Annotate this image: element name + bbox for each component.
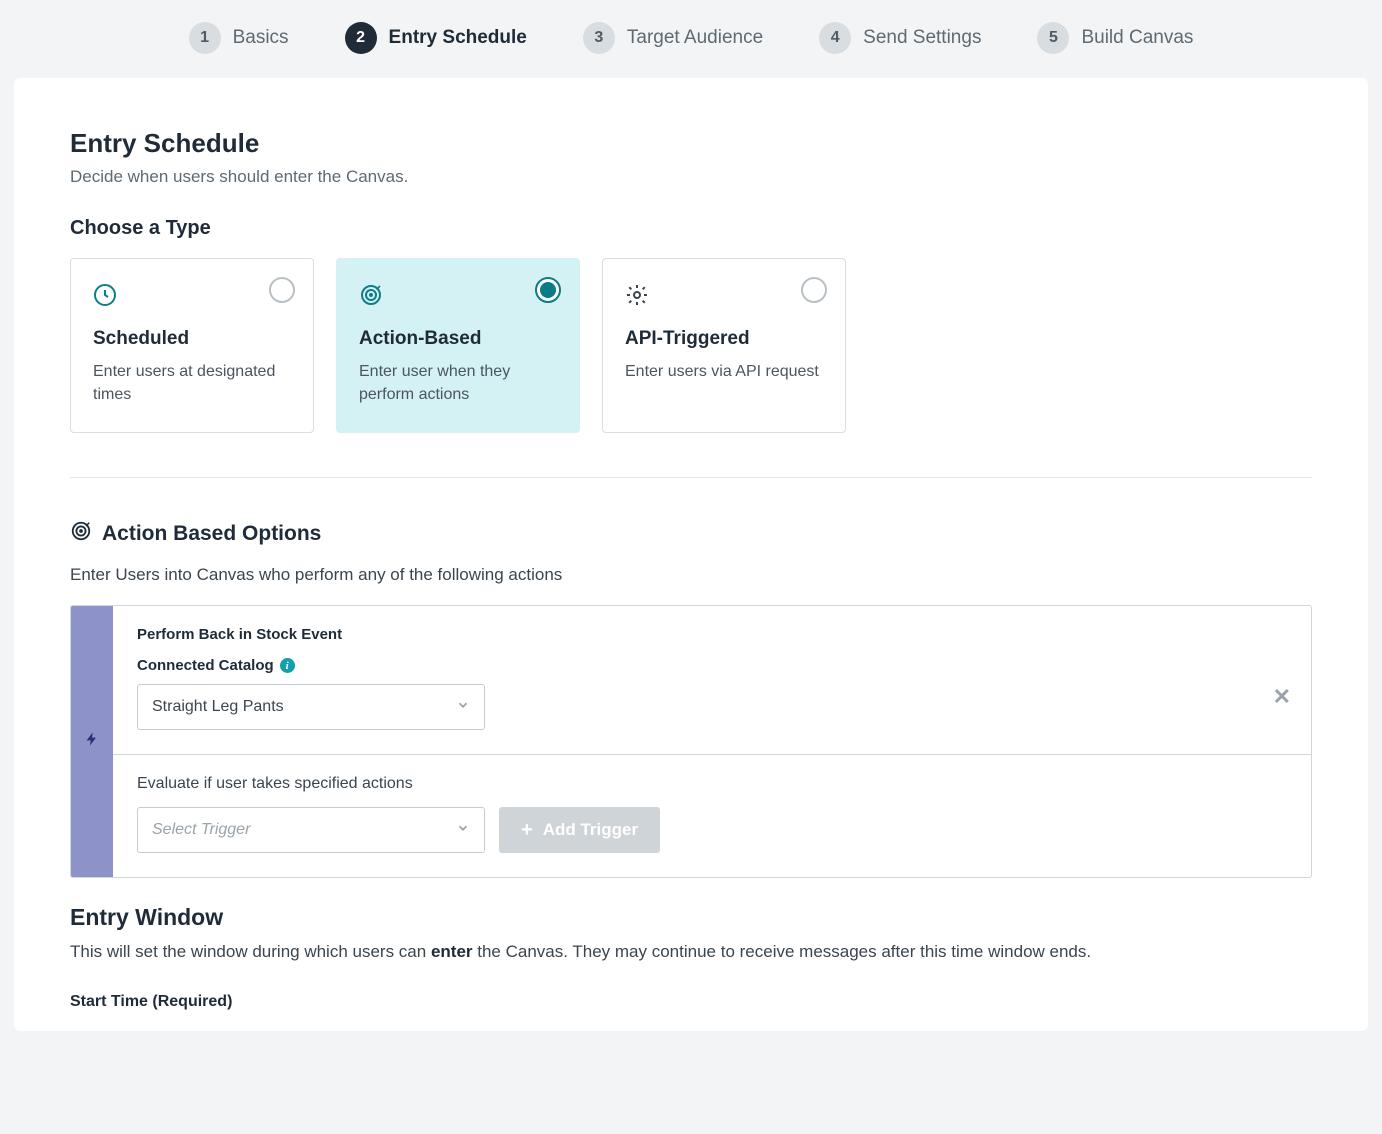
type-card-desc: Enter users at designated times [93, 360, 291, 406]
type-card-title: API-Triggered [625, 328, 823, 350]
step-number: 1 [189, 22, 221, 54]
chevron-down-icon [456, 698, 470, 717]
step-label: Basics [233, 27, 289, 49]
type-cards-row: Scheduled Enter users at designated time… [70, 258, 1312, 433]
entry-window-text-pre: This will set the window during which us… [70, 942, 431, 961]
type-card-desc: Enter users via API request [625, 360, 823, 383]
step-label: Send Settings [863, 27, 981, 49]
step-number: 5 [1037, 22, 1069, 54]
add-trigger-label: Add Trigger [543, 820, 638, 840]
choose-type-title: Choose a Type [70, 217, 1312, 240]
catalog-select[interactable]: Straight Leg Pants [137, 684, 485, 730]
event-heading: Perform Back in Stock Event [137, 626, 1287, 643]
step-number: 2 [345, 22, 377, 54]
catalog-select-value: Straight Leg Pants [152, 698, 284, 716]
type-card-api-triggered[interactable]: API-Triggered Enter users via API reques… [602, 258, 846, 433]
step-label: Target Audience [627, 27, 763, 49]
entry-window-text: This will set the window during which us… [70, 939, 1312, 965]
radio-unselected[interactable] [269, 277, 295, 303]
trigger-select-placeholder: Select Trigger [152, 821, 250, 839]
start-time-label: Start Time (Required) [70, 993, 1312, 1011]
type-card-action-based[interactable]: Action-Based Enter user when they perfor… [336, 258, 580, 433]
step-target-audience[interactable]: 3 Target Audience [583, 22, 763, 54]
add-trigger-button[interactable]: + Add Trigger [499, 807, 660, 853]
trigger-lower: Evaluate if user takes specified actions… [113, 755, 1311, 877]
catalog-label-row: Connected Catalog i [137, 657, 1287, 674]
radio-unselected[interactable] [801, 277, 827, 303]
type-card-scheduled[interactable]: Scheduled Enter users at designated time… [70, 258, 314, 433]
entry-window-text-bold: enter [431, 942, 473, 961]
step-number: 3 [583, 22, 615, 54]
step-number: 4 [819, 22, 851, 54]
type-card-title: Action-Based [359, 328, 557, 350]
gear-icon [625, 283, 823, 312]
page-subtitle: Decide when users should enter the Canva… [70, 167, 1312, 187]
entry-window-title: Entry Window [70, 904, 1312, 931]
trigger-select[interactable]: Select Trigger [137, 807, 485, 853]
trigger-box: Perform Back in Stock Event Connected Ca… [70, 605, 1312, 878]
action-options-header: Action Based Options [70, 520, 1312, 547]
section-divider [70, 477, 1312, 478]
radio-selected[interactable] [535, 277, 561, 303]
chevron-down-icon [456, 821, 470, 840]
main-card: Entry Schedule Decide when users should … [14, 78, 1368, 1031]
info-icon[interactable]: i [280, 658, 295, 673]
bolt-icon [84, 728, 100, 755]
trigger-upper: Perform Back in Stock Event Connected Ca… [113, 606, 1311, 755]
plus-icon: + [521, 820, 533, 840]
step-basics[interactable]: 1 Basics [189, 22, 289, 54]
action-options-subtitle: Enter Users into Canvas who perform any … [70, 565, 1312, 585]
clock-icon [93, 283, 291, 312]
page-title: Entry Schedule [70, 128, 1312, 159]
remove-trigger-button[interactable]: ✕ [1273, 684, 1291, 710]
trigger-body: Perform Back in Stock Event Connected Ca… [113, 606, 1311, 877]
evaluate-text: Evaluate if user takes specified actions [137, 775, 1287, 793]
wizard-stepper: 1 Basics 2 Entry Schedule 3 Target Audie… [0, 0, 1382, 78]
step-label: Build Canvas [1081, 27, 1193, 49]
step-entry-schedule[interactable]: 2 Entry Schedule [345, 22, 527, 54]
type-card-title: Scheduled [93, 328, 291, 350]
type-card-desc: Enter user when they perform actions [359, 360, 557, 406]
step-build-canvas[interactable]: 5 Build Canvas [1037, 22, 1193, 54]
step-label: Entry Schedule [389, 27, 527, 49]
action-options-title: Action Based Options [102, 522, 321, 546]
entry-window-text-post: the Canvas. They may continue to receive… [473, 942, 1092, 961]
target-icon [70, 520, 92, 547]
step-send-settings[interactable]: 4 Send Settings [819, 22, 981, 54]
trigger-stripe [71, 606, 113, 877]
target-icon [359, 283, 557, 312]
catalog-label: Connected Catalog [137, 657, 274, 674]
